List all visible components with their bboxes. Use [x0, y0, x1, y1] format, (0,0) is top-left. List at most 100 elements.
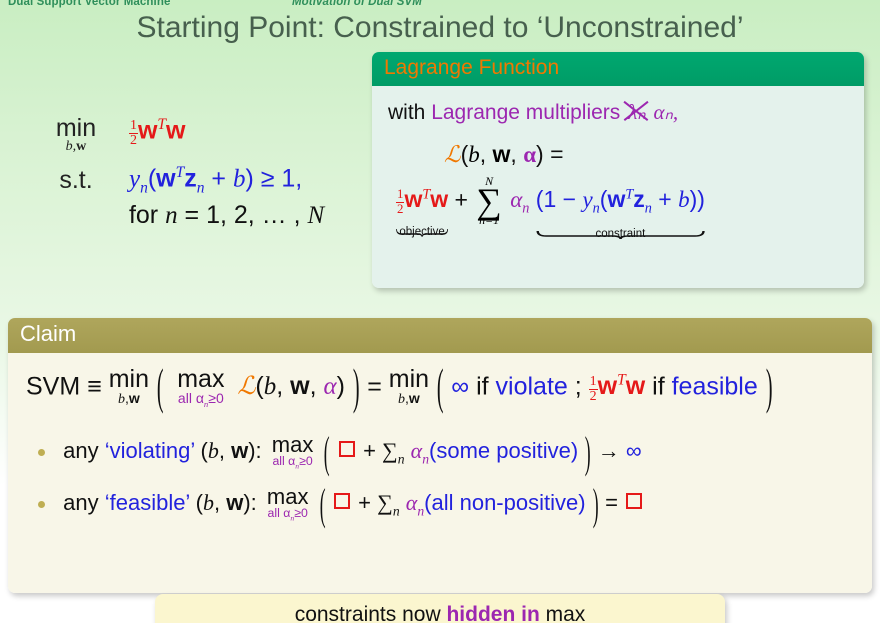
constraint-term: (1 − yn(wTzn + b)): [535, 186, 705, 217]
bullet-sum-0: ∑n: [382, 437, 405, 467]
bullet-vars-0: (b, w):: [200, 437, 262, 463]
outer-min-label: min: [108, 365, 149, 394]
bullet-sum-1: ∑n: [377, 490, 400, 519]
feasible-word: feasible: [671, 371, 758, 400]
bullet-max-subscript-0: all αn≥0: [272, 454, 313, 471]
outer-min-operator-2: min b,w: [389, 367, 429, 407]
inner-max-operator: max all αn≥0: [177, 364, 225, 409]
min-label: min: [55, 114, 97, 142]
outer-min-operator: min b,w: [109, 367, 149, 407]
bullet-close-paren-1: ): [592, 479, 599, 530]
sum-lower-limit: n=1: [479, 213, 500, 228]
half-wtw-term: 1 2 wTw: [588, 371, 646, 404]
bullet-arrow-0: →: [597, 437, 620, 463]
semicolon-separator: ;: [574, 371, 582, 400]
constraint-expression: yn(wTzn + b) ≥ 1,: [128, 164, 303, 197]
bullet-dot-icon: [38, 448, 45, 456]
objective-underbrace: 1 2 wTw objective: [396, 186, 449, 238]
list-item: any ‘feasible’ (b, w): max all αn≥0 ( + …: [38, 479, 860, 529]
bullet-close-paren-0: ): [585, 427, 591, 478]
callout-suffix: max: [539, 603, 586, 623]
bullet-quoted-0: ‘violating’: [104, 437, 195, 463]
bullet-dot-icon: [38, 500, 45, 508]
subject-to-label: s.t.: [59, 166, 93, 194]
list-item: any ‘violating’ (b, w): max all αn≥0 ( +…: [38, 427, 860, 477]
lagrange-multipliers-line: with Lagrange multipliers λₙ αₙ,: [388, 100, 852, 125]
script-L: ℒ: [444, 141, 461, 167]
equals-sign-1: =: [367, 371, 382, 400]
if-violate-prefix: if: [476, 371, 496, 400]
bullet-max-label-0: max: [271, 432, 314, 458]
claim-block-body: SVM ≡ min b,w ( max all αn≥0 ℒ(b, w, α) …: [8, 352, 872, 593]
svm-equivalence-line: SVM ≡ min b,w ( max all αn≥0 ℒ(b, w, α) …: [26, 361, 860, 415]
constraint-brace: [536, 218, 705, 239]
min-operator: min b,w: [30, 116, 122, 154]
lagrange-block-header: Lagrange Function: [372, 52, 864, 86]
close-paren-2: ): [765, 361, 773, 416]
outer-min-subscript-2: b,w: [398, 390, 420, 408]
claim-bullet-list: any ‘violating’ (b, w): max all αn≥0 ( +…: [20, 427, 860, 529]
lagrangian-expression: 1 2 wTw objective + N ∑ n=1 αn (1 − yn(w…: [396, 174, 852, 240]
claim-block-header: Claim: [8, 318, 872, 353]
primal-constraint-row: s.t. yn(wTzn + b) ≥ 1,: [30, 164, 324, 197]
claim-block: Claim SVM ≡ min b,w ( max all αn≥0 ℒ(b, …: [8, 318, 872, 593]
equivalence-sign: ≡: [87, 371, 102, 400]
violate-word: violate: [495, 371, 568, 400]
if-feasible-prefix: if: [652, 371, 672, 400]
min-subscript: b,w: [65, 139, 87, 154]
bullet-alpha-0: αn: [410, 437, 430, 467]
lagrange-function-block: Lagrange Function with Lagrange multipli…: [372, 52, 864, 288]
lagrange-intro-prefix: with: [388, 100, 432, 124]
bullet-alpha-1: αn: [405, 490, 425, 519]
objective-brace: [396, 216, 448, 237]
placeholder-box-icon-1: [334, 493, 351, 510]
bullet-max-subscript-1: all αn≥0: [267, 506, 308, 523]
objective-brace-label: objective: [399, 225, 445, 238]
bullet-paren-text-1: (all non-positive): [424, 490, 586, 516]
inner-max-subscript: all αn≥0: [177, 389, 224, 409]
claim-lagrangian: ℒ(b, w, α): [237, 371, 345, 400]
bullet-paren-text-0: (some positive): [429, 437, 579, 463]
placeholder-box-icon-0: [338, 440, 355, 457]
page-title: Starting Point: Constrained to ‘Unconstr…: [136, 11, 744, 44]
callout-prefix: constraints now: [294, 603, 447, 623]
constraint-brace-label: constraint: [595, 227, 646, 240]
bullet-max-operator-1: max all αn≥0: [267, 486, 309, 522]
open-paren-2: (: [436, 361, 444, 416]
bullet-tail-value-0: ∞: [625, 437, 642, 463]
callout-box: constraints now hidden in max: [155, 594, 725, 623]
objective-term: 1 2 wTw: [396, 186, 449, 216]
outer-min-subscript: b,w: [117, 390, 140, 408]
open-paren-1: (: [156, 361, 164, 416]
bullet-max-label-1: max: [266, 484, 309, 510]
lagrange-block-body: with Lagrange multipliers λₙ αₙ, ℒ(b, w,…: [372, 85, 864, 288]
sigma-glyph: ∑: [476, 180, 502, 221]
svm-label: SVM: [26, 371, 81, 400]
bullet-plus-0: +: [363, 437, 376, 463]
callout-emphasis: hidden in: [446, 603, 540, 623]
bullet-equals-1: =: [605, 490, 618, 516]
constraint-underbrace: (1 − yn(wTzn + b)) constraint: [535, 186, 705, 240]
infinity-symbol: ∞: [451, 371, 470, 400]
bullet-lead-0: any: [63, 437, 105, 463]
bullet-open-paren-1: (: [319, 479, 326, 530]
bullet-max-operator-0: max all αn≥0: [272, 434, 314, 470]
slide-canvas: Dual Support Vector Machine Motivation o…: [0, 0, 880, 623]
alpha-n-coefficient: αn: [510, 187, 530, 217]
objective-expression: 1 2 wTw: [128, 116, 186, 149]
lagrangian-definition-lhs: ℒ(b, w, α) =: [444, 140, 564, 167]
index-range-expression: for n = 1, 2, … , N: [128, 201, 325, 230]
primal-range-row: for n = 1, 2, … , N: [30, 201, 324, 230]
primal-problem: min b,w 1 2 wTw s.t. yn(wTzn + b) ≥ 1, for…: [30, 116, 324, 234]
running-header: Dual Support Vector Machine Motivation o…: [0, 0, 880, 10]
lagrangian-plus: +: [454, 186, 468, 213]
alpha-multiplier: αₙ,: [653, 99, 679, 124]
primal-objective-row: min b,w 1 2 wTw: [30, 116, 324, 154]
bullet-plus-1: +: [358, 490, 372, 516]
inner-max-label: max: [177, 364, 225, 393]
close-paren-1: ): [352, 361, 360, 416]
placeholder-box-icon-result: [626, 493, 643, 510]
lagrange-intro-emph: Lagrange multipliers: [431, 100, 621, 124]
crossed-lambda: λₙ: [623, 100, 649, 125]
running-header-right: Motivation of Dual SVM: [292, 0, 422, 8]
